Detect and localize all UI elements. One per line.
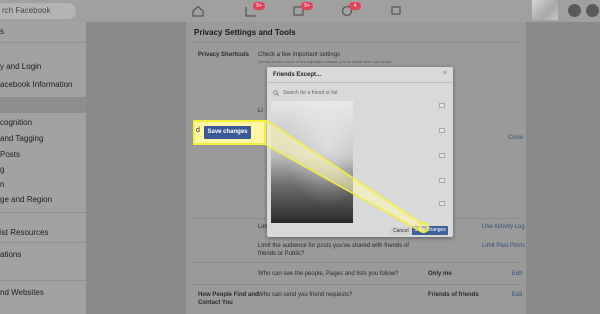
limit-past-posts-description-2: friends or Public? — [258, 251, 305, 257]
page-title: Privacy Settings and Tools — [194, 28, 296, 37]
use-activity-log-link[interactable]: Use Activity Log — [482, 224, 525, 230]
divider — [192, 262, 520, 263]
dialog-title: Friends Except... — [273, 72, 322, 78]
home-icon[interactable] — [191, 4, 205, 18]
friend-search-input[interactable]: Search for a friend or list — [273, 88, 443, 98]
sidebar-item-face-recognition[interactable]: cognition — [0, 118, 32, 127]
settings-sidebar: s y and Login acebook Information cognit… — [0, 22, 86, 314]
gaming-icon[interactable] — [389, 4, 403, 18]
sidebar-divider — [0, 280, 86, 281]
friends-list-image-highlight — [271, 101, 353, 223]
search-input[interactable]: rch Facebook — [0, 3, 76, 19]
divider — [192, 42, 520, 43]
notifications-icon[interactable]: 4 — [340, 2, 361, 18]
groups-badge: 9+ — [253, 2, 265, 10]
right-empty-area — [526, 22, 600, 314]
close-link[interactable]: Close — [508, 135, 523, 141]
friend-checkbox[interactable] — [439, 103, 445, 108]
follow-visibility-value: Only me — [428, 271, 452, 277]
close-icon[interactable]: × — [443, 70, 447, 77]
sidebar-item-settings[interactable]: s — [0, 27, 4, 36]
callout-target-ring — [418, 222, 429, 233]
sidebar-item-location[interactable]: n — [0, 180, 4, 189]
sidebar-divider — [0, 42, 86, 43]
sidebar-item-timeline-tagging[interactable]: and Tagging — [0, 134, 43, 143]
privacy-shortcuts-heading: Privacy Shortcuts — [198, 52, 250, 58]
sidebar-item-public-posts[interactable]: Posts — [0, 150, 20, 159]
limit-past-posts-description: Limit the audience for posts you've shar… — [258, 243, 409, 249]
sidebar-divider — [0, 242, 86, 243]
limit-past-posts-link[interactable]: Limit Past Posts — [482, 243, 525, 249]
friends-except-dialog: Friends Except... × Search for a friend … — [267, 67, 453, 237]
sidebar-item-facebook-information[interactable]: acebook Information — [0, 80, 73, 89]
menu-grid-icon[interactable] — [568, 4, 581, 17]
limit-label-partial: Li — [258, 108, 263, 114]
friend-checkbox[interactable] — [439, 153, 445, 158]
avatar[interactable] — [532, 0, 558, 20]
edit-friend-request-link[interactable]: Edit — [512, 292, 522, 298]
sidebar-item-language-region[interactable]: ge and Region — [0, 195, 52, 204]
check-settings-text: Check a few important settings — [258, 52, 341, 58]
privacy-shortcuts-description: Quickly review some of the important cho… — [258, 59, 392, 64]
sidebar-item-notifications[interactable]: ations — [0, 250, 21, 259]
friend-checkbox[interactable] — [439, 128, 445, 133]
callout-label-partial: d — [196, 127, 200, 134]
notifications-badge: 4 — [349, 2, 361, 10]
edit-follow-visibility-link[interactable]: Edit — [512, 271, 522, 277]
sidebar-item-blocking[interactable]: g — [0, 165, 4, 174]
how-people-find-heading: How People Find and — [198, 292, 259, 298]
watch-badge: 9+ — [301, 2, 313, 10]
callout-save-changes-button: Save changes — [204, 126, 251, 139]
friend-checkbox[interactable] — [439, 178, 445, 183]
friend-request-label: Who can send you friend requests? — [258, 292, 353, 298]
contact-you-heading: Contact You — [198, 300, 233, 306]
cancel-button[interactable]: Cancel — [389, 227, 413, 235]
watch-icon[interactable]: 9+ — [292, 2, 313, 18]
dialog-divider — [267, 82, 453, 83]
sidebar-item-security-login[interactable]: y and Login — [0, 62, 41, 71]
friend-checkbox[interactable] — [439, 201, 445, 206]
groups-icon[interactable]: 9+ — [244, 2, 265, 18]
sidebar-selected-item[interactable] — [0, 97, 86, 113]
messenger-icon[interactable] — [586, 4, 599, 17]
who-can-see-follow-label: Who can see the people, Pages and lists … — [258, 271, 399, 277]
sidebar-item-journalist-resources[interactable]: ist Resources — [0, 228, 48, 237]
top-navigation-bar: rch Facebook 9+ 9+ 4 — [0, 0, 600, 22]
sidebar-divider — [0, 212, 86, 213]
sidebar-item-apps-websites[interactable]: nd Websites — [0, 288, 44, 297]
callout-zoom-box: d Save changes — [193, 120, 266, 145]
friend-request-value: Friends of friends — [428, 292, 479, 298]
divider — [192, 284, 520, 285]
